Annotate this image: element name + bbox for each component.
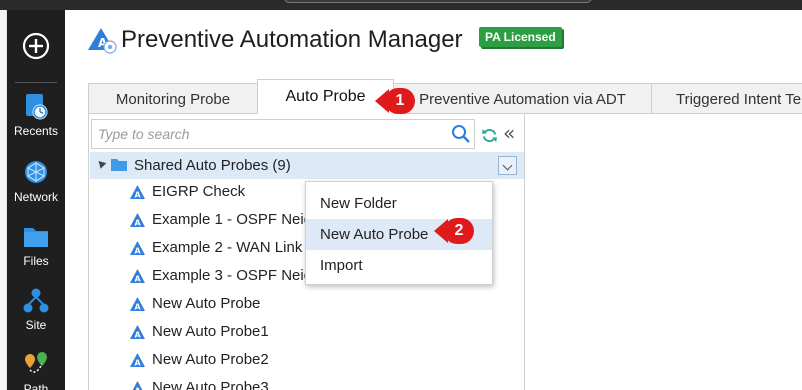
sidebar-item-label: Path	[23, 382, 49, 390]
svg-text:A: A	[135, 359, 142, 368]
site-hierarchy-icon	[23, 288, 49, 313]
tree-item-label: New Auto Probe3	[152, 379, 269, 390]
sidebar-item-files[interactable]: Files	[7, 222, 65, 268]
svg-text:A: A	[135, 191, 142, 200]
browser-top-strip	[0, 0, 802, 10]
tab-triggered-intent[interactable]: Triggered Intent Te	[651, 83, 802, 114]
auto-probe-icon: A	[130, 325, 145, 340]
tab-bar: Monitoring Probe Auto Probe Preventive A…	[88, 79, 802, 114]
sidebar-item-network[interactable]: Network	[7, 158, 65, 204]
folder-dropdown-button[interactable]	[498, 156, 517, 175]
svg-text:A: A	[135, 303, 142, 312]
tree-item-label: New Auto Probe2	[152, 351, 269, 368]
search-input[interactable]	[91, 119, 475, 149]
callout-number: 2	[444, 218, 474, 244]
sidebar-item-label: Recents	[13, 124, 59, 138]
add-button[interactable]	[7, 32, 65, 60]
auto-probe-icon: A	[130, 185, 145, 200]
address-bar-edge	[284, 0, 592, 3]
tab-monitoring-probe[interactable]: Monitoring Probe	[88, 83, 258, 114]
clock-document-icon	[26, 94, 48, 120]
auto-probe-icon: A	[130, 269, 145, 284]
globe-network-icon	[25, 161, 47, 183]
tree-item-label: Example 3 - OSPF Neigh	[152, 267, 321, 284]
sidebar-item-recents[interactable]: Recents	[7, 92, 65, 138]
svg-text:A: A	[135, 247, 142, 256]
sidebar-item-site[interactable]: Site	[7, 286, 65, 332]
path-pins-icon	[25, 352, 47, 373]
auto-probe-icon: A	[130, 353, 145, 368]
left-sidebar: Recents Network Files Site Path	[7, 10, 65, 390]
svg-text:A: A	[135, 331, 142, 340]
tree-item[interactable]: A New Auto Probe1	[129, 321, 519, 345]
menu-item-import[interactable]: Import	[306, 250, 492, 281]
tree-item-label: New Auto Probe	[152, 295, 261, 312]
preventive-automation-icon: A	[88, 28, 117, 54]
window-left-edge	[0, 10, 7, 390]
tree-item-label: New Auto Probe1	[152, 323, 269, 340]
sidebar-item-label: Site	[25, 318, 47, 332]
sidebar-divider	[15, 82, 57, 83]
tree-item[interactable]: A New Auto Probe	[129, 293, 519, 317]
tab-auto-probe[interactable]: Auto Probe	[257, 79, 394, 114]
folder-icon	[111, 159, 127, 171]
tree-item-label: EIGRP Check	[152, 183, 246, 200]
tree-item[interactable]: A New Auto Probe3	[129, 377, 519, 390]
tab-preventive-automation-via-adt[interactable]: Preventive Automation via ADT	[393, 83, 652, 114]
auto-probe-icon: A	[132, 381, 143, 390]
expand-caret-icon[interactable]	[95, 158, 107, 169]
svg-text:A: A	[135, 387, 142, 390]
tree-item-label: Example 1 - OSPF Neigh	[152, 211, 321, 228]
callout-number: 1	[385, 88, 415, 114]
svg-text:A: A	[135, 275, 142, 284]
svg-text:A: A	[135, 219, 142, 228]
auto-probe-icon: A	[130, 297, 145, 312]
shared-auto-probes-folder[interactable]: Shared Auto Probes (9)	[90, 152, 524, 179]
folder-icon	[24, 228, 48, 247]
tree-item[interactable]: A New Auto Probe2	[129, 349, 519, 373]
sidebar-item-label: Files	[23, 254, 49, 268]
sidebar-item-label: Network	[13, 190, 58, 204]
auto-probe-icon: A	[130, 241, 145, 256]
page-title: Preventive Automation Manager	[121, 26, 463, 53]
search-icon[interactable]	[451, 124, 471, 144]
collapse-panel-icon[interactable]: «	[503, 123, 521, 145]
tree-item-label: Example 2 - WAN Link C	[152, 239, 318, 256]
refresh-icon[interactable]	[481, 127, 498, 144]
plus-circle-icon	[22, 32, 50, 60]
license-badge: PA Licensed	[479, 27, 562, 47]
sidebar-item-path[interactable]: Path	[7, 350, 65, 390]
folder-label: Shared Auto Probes (9)	[134, 157, 291, 174]
auto-probe-icon: A	[130, 213, 145, 228]
menu-item-new-folder[interactable]: New Folder	[306, 188, 492, 219]
search-row: «	[89, 119, 526, 153]
